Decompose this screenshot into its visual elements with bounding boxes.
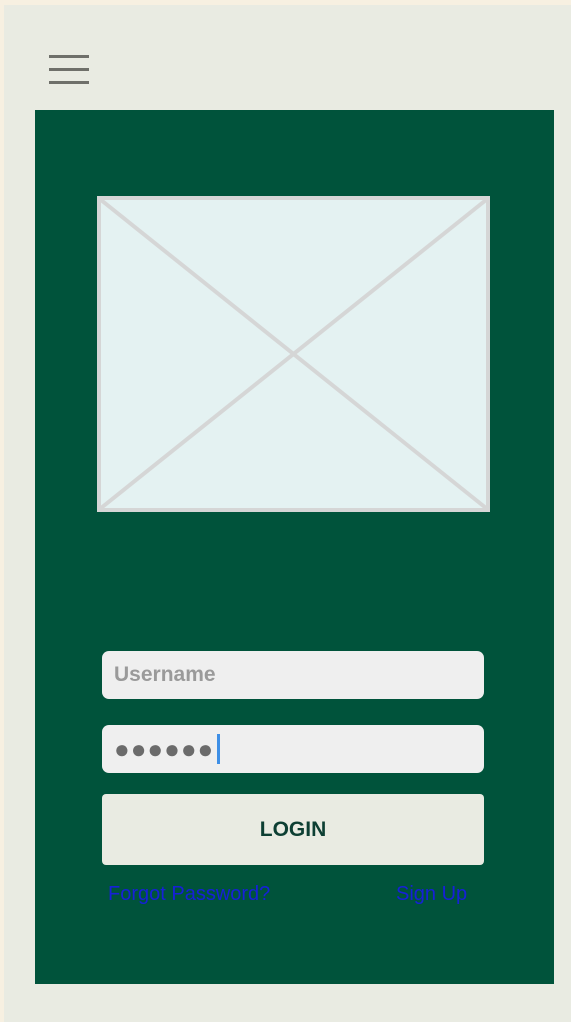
login-button[interactable]: LOGIN [102, 794, 484, 865]
login-panel: ●●●●●● LOGIN Forgot Password? Sign Up [35, 110, 554, 984]
app-screen: ●●●●●● LOGIN Forgot Password? Sign Up [4, 5, 571, 1022]
image-placeholder-icon [97, 196, 490, 512]
menu-line [49, 81, 89, 84]
password-field[interactable]: ●●●●●● [102, 725, 484, 773]
username-field[interactable] [102, 651, 484, 699]
placeholder-cross-icon [101, 200, 486, 508]
username-input[interactable] [114, 663, 484, 687]
hamburger-menu-icon[interactable] [45, 50, 89, 88]
text-cursor [217, 734, 221, 764]
password-value: ●●●●●● [114, 734, 215, 764]
menu-line [49, 68, 89, 71]
menu-line [49, 55, 89, 58]
sign-up-link[interactable]: Sign Up [396, 883, 467, 906]
forgot-password-link[interactable]: Forgot Password? [108, 883, 270, 906]
